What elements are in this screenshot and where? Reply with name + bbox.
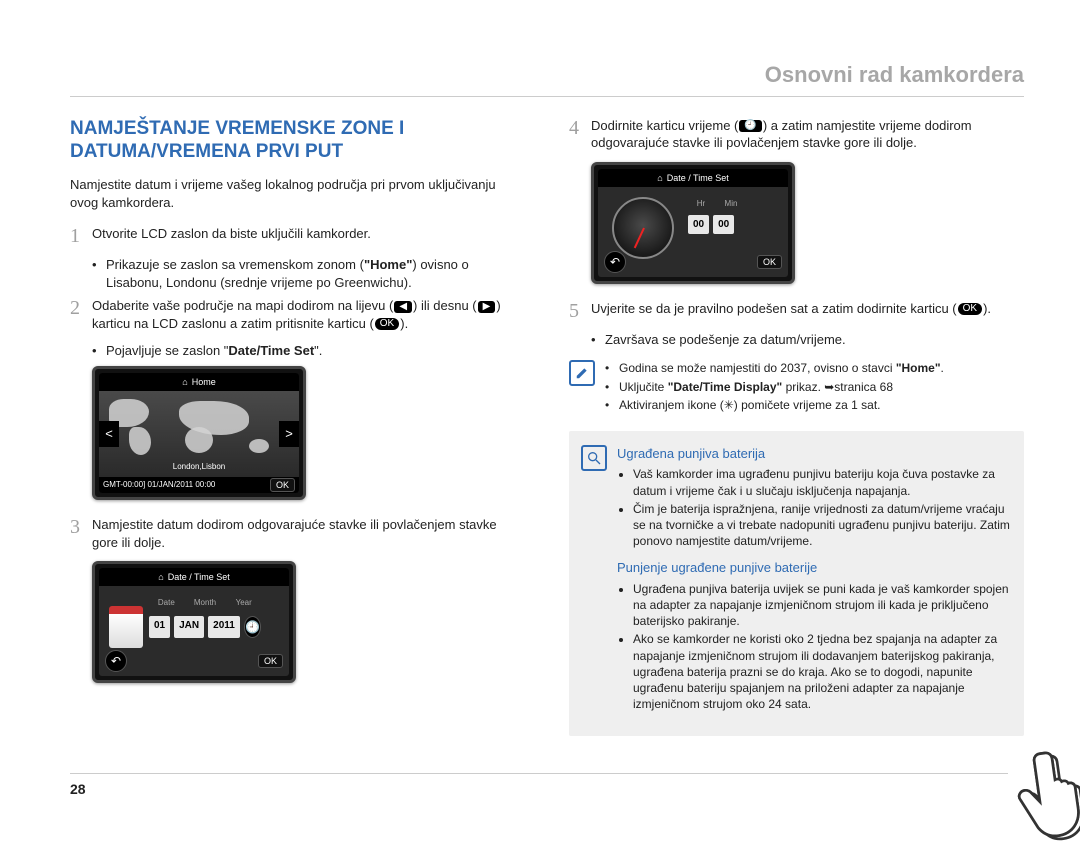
calendar-icon: [109, 606, 143, 648]
step-5-sub: • Završava se podešenje za datum/vrijeme…: [591, 331, 1024, 349]
ok-button[interactable]: OK: [757, 255, 782, 269]
page-header: Osnovni rad kamkordera: [70, 60, 1024, 97]
lcd-home-screenshot: ⌂Home < > London,Lisbon GMT-00:0: [92, 366, 306, 500]
right-column: 4 Dodirnite karticu vrijeme (🕘) a zatim …: [569, 117, 1024, 737]
touch-hand-icon: [1004, 737, 1080, 848]
touch-hand-icon: [1009, 740, 1080, 851]
manual-page: Osnovni rad kamkordera NAMJEŠTANJE VREME…: [0, 0, 1080, 827]
step-number: 4: [569, 117, 591, 152]
right-chip-icon: ▶: [478, 301, 496, 313]
tip-block: •Godina se može namjestiti do 2037, ovis…: [569, 360, 1024, 415]
info-heading-1: Ugrađena punjiva baterija: [617, 445, 1010, 463]
back-button[interactable]: ↶: [105, 650, 127, 672]
time-hr[interactable]: 00: [688, 215, 709, 235]
time-toggle-icon[interactable]: 🕘: [244, 616, 261, 638]
map-right-button[interactable]: >: [279, 421, 299, 447]
step-text: Namjestite datum dodirom odgovarajuće st…: [92, 516, 525, 551]
ok-chip-icon: OK: [958, 303, 982, 315]
step-number: 1: [70, 225, 92, 246]
step-2-sub: • Pojavljuje se zaslon "Date/Time Set".: [92, 342, 525, 360]
info-item: Ugrađena punjiva baterija uvijek se puni…: [633, 581, 1010, 630]
step-text: Otvorite LCD zaslon da biste uključili k…: [92, 225, 525, 246]
map-left-button[interactable]: <: [99, 421, 119, 447]
page-number: 28: [70, 773, 1008, 799]
ok-button[interactable]: OK: [258, 654, 283, 668]
lcd-time-screenshot: ⌂Date / Time Set Hr Min 00 00 ↶ OK: [591, 162, 795, 284]
clock-chip-icon: 🕘: [739, 120, 761, 132]
left-column: NAMJEŠTANJE VREMENSKE ZONE I DATUMA/VREM…: [70, 117, 525, 737]
time-min[interactable]: 00: [713, 215, 734, 235]
analog-clock-icon: [612, 197, 674, 259]
info-item: Ako se kamkorder ne koristi oko 2 tjedna…: [633, 631, 1010, 712]
step-number: 2: [70, 297, 92, 332]
info-item: Vaš kamkorder ima ugrađenu punjivu bater…: [633, 466, 1010, 498]
step-1-sub: • Prikazuje se zaslon sa vremenskom zono…: [92, 256, 525, 291]
magnifier-icon: [581, 445, 607, 471]
city-label: London,Lisbon: [99, 462, 299, 473]
step-number: 5: [569, 300, 591, 321]
sun-icon: ✳: [724, 398, 734, 412]
date-year[interactable]: 2011: [208, 616, 240, 638]
step-number: 3: [70, 516, 92, 551]
date-day[interactable]: 01: [149, 616, 170, 638]
ok-button[interactable]: OK: [270, 478, 295, 492]
info-heading-2: Punjenje ugrađene punjive baterije: [617, 559, 1010, 577]
note-icon: [569, 360, 595, 386]
date-month[interactable]: JAN: [174, 616, 204, 638]
ok-chip-icon: OK: [375, 318, 399, 330]
intro-text: Namjestite datum i vrijeme vašeg lokalno…: [70, 176, 525, 211]
info-box: Ugrađena punjiva baterija Vaš kamkorder …: [569, 431, 1024, 737]
section-title: NAMJEŠTANJE VREMENSKE ZONE I DATUMA/VREM…: [70, 117, 525, 165]
left-chip-icon: ◀: [394, 301, 412, 313]
step-4: 4 Dodirnite karticu vrijeme (🕘) a zatim …: [569, 117, 1024, 152]
step-2: 2 Odaberite vaše područje na mapi dodiro…: [70, 297, 525, 332]
back-button[interactable]: ↶: [604, 251, 626, 273]
step-3: 3 Namjestite datum dodirom odgovarajuće …: [70, 516, 525, 551]
step-1: 1 Otvorite LCD zaslon da biste uključili…: [70, 225, 525, 246]
info-item: Čim je baterija ispražnjena, ranije vrij…: [633, 501, 1010, 550]
lcd-date-screenshot: ⌂Date / Time Set Date Month Year 01 JAN …: [92, 561, 296, 683]
touch-hand-icon: [1004, 737, 1080, 848]
step-5: 5 Uvjerite se da je pravilno podešen sat…: [569, 300, 1024, 321]
